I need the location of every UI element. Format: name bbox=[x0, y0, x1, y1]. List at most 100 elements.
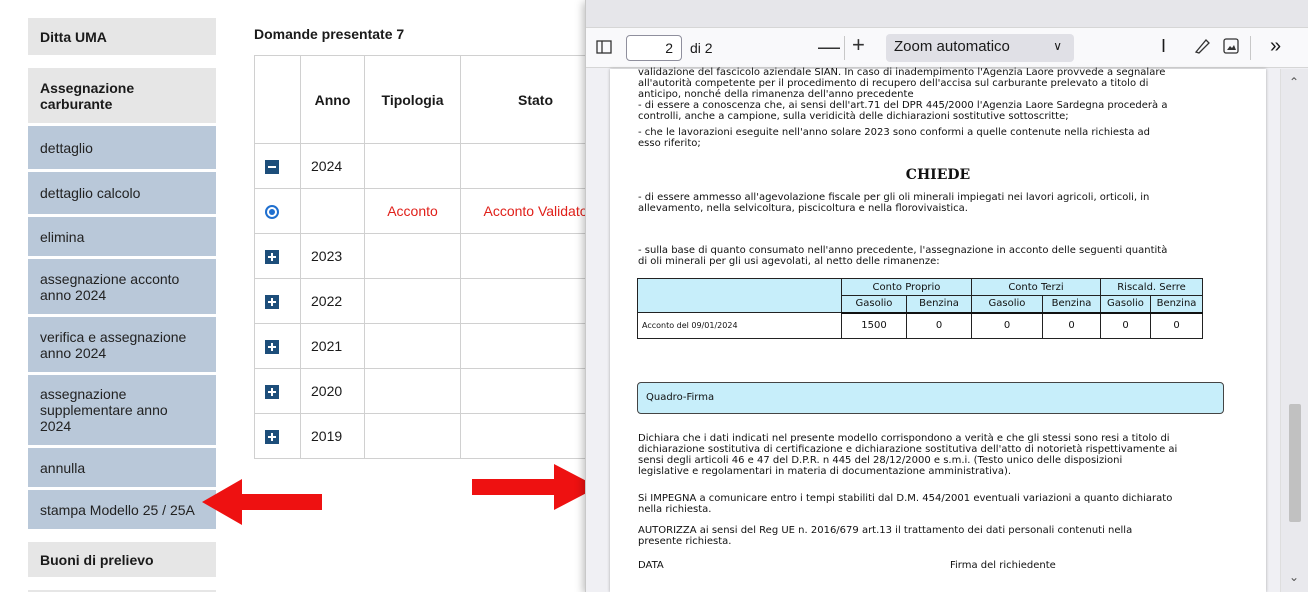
sidebar-item-label: Assegnazione carburante bbox=[40, 79, 135, 112]
text-line: nella richiesta. bbox=[638, 504, 712, 515]
table-row: 2020 bbox=[254, 368, 611, 414]
firma-label: Firma del richiedente bbox=[950, 560, 1056, 571]
table-cell bbox=[364, 323, 461, 369]
sidebar-head-buoni-di-prelievo[interactable]: Buoni di prelievo bbox=[28, 542, 216, 580]
table-cell: 2019 bbox=[300, 413, 365, 459]
table-cell: Riscald. Serre bbox=[1100, 278, 1203, 296]
sidebar-item-dettaglio-calcolo[interactable]: dettaglio calcolo bbox=[28, 172, 216, 217]
sidebar-item-label: assegnazione supplementare anno 2024 bbox=[40, 386, 168, 434]
domande-table: Anno Tipologia Stato 2024 Acconto Accont… bbox=[254, 55, 611, 459]
table-cell[interactable] bbox=[254, 278, 301, 324]
zoom-out-button[interactable]: — bbox=[818, 34, 840, 60]
sidebar-toggle-icon[interactable] bbox=[596, 39, 612, 55]
zoom-select[interactable]: Zoom automatico ∨ bbox=[886, 34, 1074, 62]
sidebar-spacer bbox=[28, 58, 216, 68]
text-line: di oli minerali per gli usi agevolati, a… bbox=[638, 256, 940, 267]
collapse-icon[interactable] bbox=[265, 160, 279, 175]
sidebar-item-label: Buoni di prelievo bbox=[40, 551, 154, 568]
sidebar-item-label: dettaglio calcolo bbox=[40, 185, 141, 201]
table-cell: Acconto del 09/01/2024 bbox=[637, 312, 842, 339]
expand-icon[interactable] bbox=[265, 295, 279, 310]
paragraph-base-consumo: - sulla base di quanto consumato nell'an… bbox=[638, 245, 1246, 267]
text-line: all'autorità competente per il procedime… bbox=[638, 78, 1149, 89]
viewer-tab-strip bbox=[586, 0, 1308, 28]
table-row: Acconto del 09/01/2024 1500 0 0 0 0 0 bbox=[637, 312, 1203, 339]
table-header-row: Anno Tipologia Stato bbox=[254, 55, 611, 144]
table-cell: Benzina bbox=[1042, 295, 1101, 314]
table-cell[interactable] bbox=[254, 323, 301, 369]
scroll-up-icon[interactable]: ⌃ bbox=[1289, 75, 1299, 89]
expand-icon[interactable] bbox=[265, 430, 279, 445]
page-count-label: di 2 bbox=[690, 40, 713, 56]
table-cell[interactable] bbox=[254, 233, 301, 279]
expand-icon[interactable] bbox=[265, 340, 279, 355]
text-line: AUTORIZZA ai sensi del Reg UE n. 2016/67… bbox=[638, 525, 1133, 536]
sidebar-item-annulla[interactable]: annulla bbox=[28, 448, 216, 490]
table-cell: 2024 bbox=[300, 143, 365, 189]
table-cell: Benzina bbox=[1150, 295, 1203, 314]
sidebar-item-label: annulla bbox=[40, 459, 86, 476]
more-tools-icon[interactable]: » bbox=[1270, 35, 1281, 58]
table-cell: 2022 bbox=[300, 278, 365, 324]
table-cell: Gasolio bbox=[841, 295, 907, 314]
scrollbar-thumb[interactable] bbox=[1289, 404, 1301, 522]
table-cell: Acconto bbox=[364, 188, 461, 234]
text-line: dichiarazione sostitutiva di certificazi… bbox=[638, 444, 1178, 455]
table-row[interactable]: Acconto Acconto Validato bbox=[254, 188, 611, 234]
table-cell: Gasolio bbox=[971, 295, 1043, 314]
expand-icon[interactable] bbox=[265, 250, 279, 265]
table-cell[interactable] bbox=[254, 368, 301, 414]
sidebar-item-elimina[interactable]: elimina bbox=[28, 217, 216, 259]
table-cell: 2023 bbox=[300, 233, 365, 279]
table-cell bbox=[637, 278, 842, 313]
table-cell: 0 bbox=[1042, 312, 1101, 339]
sidebar-item-label: assegnazione acconto anno 2024 bbox=[40, 270, 180, 303]
column-header-anno: Anno bbox=[300, 55, 365, 144]
zoom-select-label: Zoom automatico bbox=[894, 38, 1010, 55]
sidebar-head-ditta-uma[interactable]: Ditta UMA bbox=[28, 18, 216, 58]
sidebar-item-dettaglio[interactable]: dettaglio bbox=[28, 126, 216, 172]
sidebar-item-verifica-assegnazione[interactable]: verifica e assegnazione anno 2024 bbox=[28, 317, 216, 375]
table-cell[interactable] bbox=[254, 413, 301, 459]
vertical-scrollbar[interactable]: ⌃ ⌄ bbox=[1280, 69, 1308, 592]
table-cell[interactable] bbox=[254, 188, 301, 234]
sidebar-item-label: verifica e assegnazione anno 2024 bbox=[40, 328, 187, 361]
paragraph-autorizza: AUTORIZZA ai sensi del Reg UE n. 2016/67… bbox=[638, 525, 1246, 547]
table-cell: Gasolio bbox=[1100, 295, 1151, 314]
toolbar-separator bbox=[844, 36, 845, 60]
sidebar-item-assegnazione-supplementare[interactable]: assegnazione supplementare anno 2024 bbox=[28, 375, 216, 448]
scroll-down-icon[interactable]: ⌄ bbox=[1289, 570, 1299, 584]
text-line: anticipo, nonché della rimanenza dell'an… bbox=[638, 89, 914, 100]
radio-selected-icon[interactable] bbox=[265, 205, 279, 220]
table-cell bbox=[364, 413, 461, 459]
text-line: legislative e regolamentari in materia d… bbox=[638, 466, 1012, 477]
sidebar-item-label: dettaglio bbox=[40, 139, 93, 156]
table-cell: 1500 bbox=[841, 312, 907, 339]
table-cell: Conto Terzi bbox=[971, 278, 1101, 296]
column-header-icon bbox=[254, 55, 301, 144]
text-line: esso riferito; bbox=[638, 138, 701, 149]
table-cell: Conto Proprio bbox=[841, 278, 972, 296]
text-line: Dichiara che i dati indicati nel present… bbox=[638, 433, 1170, 444]
quantita-table: Conto Proprio Conto Terzi Riscald. Serre… bbox=[637, 278, 1203, 339]
table-row: Conto Proprio Conto Terzi Riscald. Serre bbox=[637, 278, 1203, 313]
text-cursor-icon[interactable]: I bbox=[1161, 36, 1166, 57]
expand-icon[interactable] bbox=[265, 385, 279, 400]
text-line: - di essere a conoscenza che, ai sensi d… bbox=[638, 100, 1168, 111]
table-row: 2019 bbox=[254, 413, 611, 459]
sidebar-item-assegnazione-acconto[interactable]: assegnazione acconto anno 2024 bbox=[28, 259, 216, 317]
sidebar-spacer bbox=[28, 532, 216, 542]
sidebar-spacer bbox=[28, 580, 216, 590]
text-line: - sulla base di quanto consumato nell'an… bbox=[638, 245, 1168, 256]
sidebar-item-stampa-modello[interactable]: stampa Modello 25 / 25A bbox=[28, 490, 216, 532]
table-cell[interactable] bbox=[254, 143, 301, 189]
table-cell: 0 bbox=[1100, 312, 1151, 339]
zoom-in-button[interactable]: + bbox=[852, 32, 865, 58]
red-arrow-right-icon bbox=[472, 464, 598, 510]
sidebar-head-assegnazione-carburante[interactable]: Assegnazione carburante bbox=[28, 68, 216, 126]
table-row: 2024 bbox=[254, 143, 611, 189]
paragraph-agevolazione: - di essere ammesso all'agevolazione fis… bbox=[638, 192, 1246, 214]
page-number-input[interactable]: 2 bbox=[626, 35, 682, 61]
image-icon[interactable] bbox=[1223, 38, 1239, 54]
draw-pen-icon[interactable] bbox=[1193, 37, 1211, 55]
